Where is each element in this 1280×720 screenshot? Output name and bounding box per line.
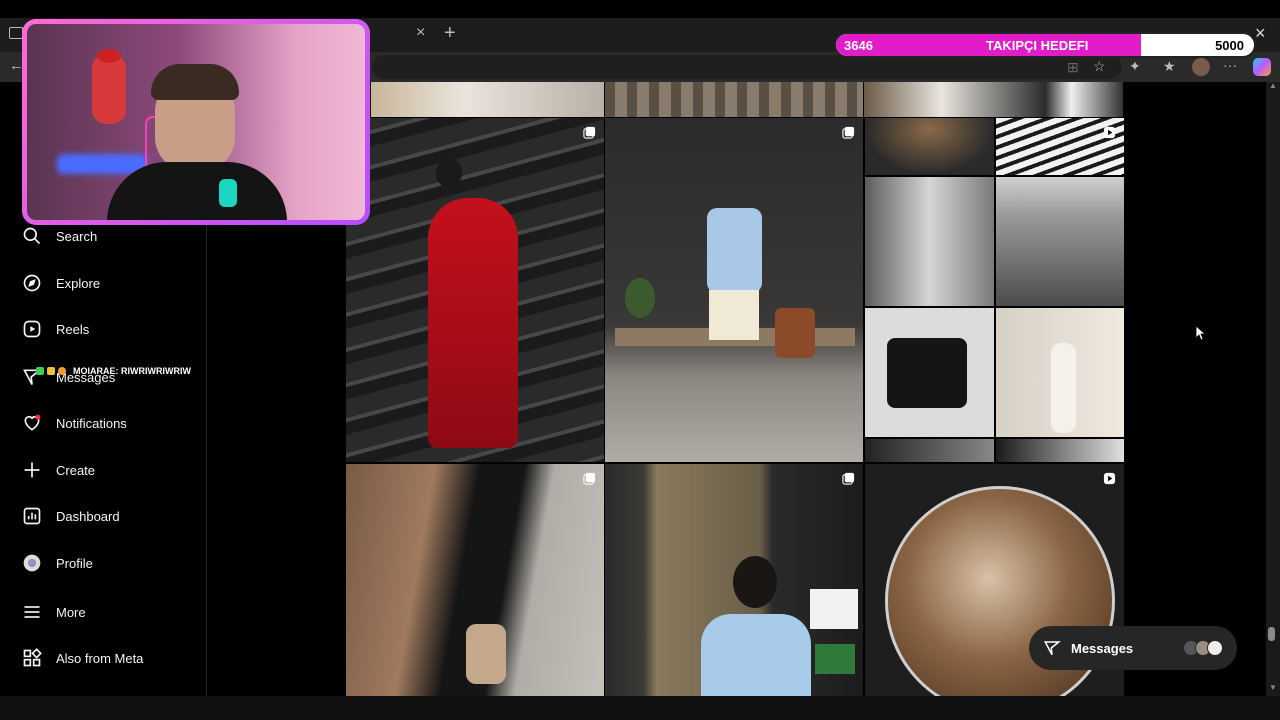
apps-grid-icon[interactable]: ⊞ [1067,60,1079,74]
post-thumbnail[interactable] [605,118,863,462]
sidebar-item-label: Create [56,462,96,478]
sidebar-item-search[interactable]: Search [22,223,97,249]
more-menu-icon[interactable]: ··· [1223,58,1237,72]
sidebar-item-also-from-meta[interactable]: Also from Meta [22,645,143,671]
sidebar-item-dashboard[interactable]: Dashboard [22,503,120,529]
close-tab-icon[interactable]: × [416,25,425,41]
meta-apps-icon [23,648,42,667]
follower-goal-current: 3646 [844,38,873,53]
chat-message-text: MOIARAE: RIWRIWRIWRIW [73,366,191,376]
carousel-icon [842,472,855,485]
post-thumbnail[interactable] [996,118,1124,175]
post-thumbnail[interactable] [996,308,1124,437]
sidebar-item-label: Also from Meta [56,650,144,666]
post-thumbnail[interactable] [865,308,994,437]
chat-badge-icon [36,367,44,375]
sidebar-item-profile[interactable]: Profile [22,550,93,576]
search-icon [23,227,41,245]
avatar [1207,640,1223,656]
mouse-cursor-icon [1196,326,1206,341]
extensions-icon[interactable]: ✦ [1129,59,1141,73]
sidebar-item-label: Search [56,228,98,244]
scroll-up-arrow-icon[interactable]: ▲ [1269,82,1277,90]
conversation-avatars [1183,640,1223,656]
copilot-icon[interactable] [1253,58,1271,76]
favorites-icon[interactable]: ★ [1163,59,1176,73]
post-thumbnail[interactable] [865,118,994,175]
post-thumbnail[interactable] [346,118,604,462]
follower-goal-target: 5000 [1215,38,1244,53]
stream-chat-line: MOIARAE: RIWRIWRIWRIW [36,365,191,377]
crown-badge-icon [47,367,55,375]
new-tab-icon[interactable]: + [444,23,456,43]
hamburger-icon [24,606,40,618]
sidebar-item-create[interactable]: Create [22,457,95,483]
sidebar-item-notifications[interactable]: Notifications [22,410,127,436]
follower-goal-label: TAKIPÇI HEDEFI [986,38,1089,53]
favorite-star-icon[interactable]: ☆ [1093,59,1106,73]
plus-icon [24,462,40,478]
avatar [23,554,41,572]
horizontal-scrollbar [0,696,1280,720]
carousel-icon [583,472,596,485]
post-thumbnail[interactable] [865,439,994,462]
dashboard-icon [23,507,41,525]
sidebar-item-label: Reels [56,321,90,337]
sidebar-item-label: More [56,604,86,620]
emoji-badge-icon [58,367,66,375]
browser-profile-avatar[interactable] [1192,58,1210,76]
sidebar-item-more[interactable]: More [22,599,86,625]
post-thumbnail[interactable] [996,439,1124,462]
sidebar-item-label: Profile [56,555,93,571]
post-thumbnail[interactable] [346,464,604,696]
messenger-icon [1044,641,1061,656]
sidebar-item-label: Notifications [56,415,127,431]
carousel-icon [842,126,855,139]
address-bar[interactable] [372,55,1122,79]
window-close-icon[interactable]: × [1255,24,1266,42]
compass-icon [23,274,41,292]
sidebar-item-label: Dashboard [56,508,120,524]
vertical-scrollbar[interactable]: ▲ ▼ [1266,82,1280,696]
reel-icon [1103,472,1116,485]
post-thumbnail[interactable] [605,464,863,696]
scrollbar-thumb[interactable] [1268,627,1275,641]
webcam-overlay [22,19,370,225]
sidebar-item-explore[interactable]: Explore [22,270,100,296]
sidebar-toggle-icon[interactable] [9,27,23,39]
heart-icon [24,414,41,431]
post-thumbnail[interactable] [865,177,994,306]
post-thumbnail[interactable] [371,82,604,117]
scroll-down-arrow-icon[interactable]: ▼ [1269,684,1277,692]
messages-floating-button[interactable]: Messages [1029,626,1237,670]
post-thumbnail[interactable] [864,82,1123,117]
post-thumbnail[interactable] [996,177,1124,306]
post-thumbnail[interactable] [605,82,863,117]
sidebar-item-reels[interactable]: Reels [22,316,89,342]
webcam-feed [27,24,365,220]
messages-pill-label: Messages [1071,640,1134,656]
reel-icon [1103,126,1116,139]
carousel-icon [583,126,596,139]
follower-goal-bar: 3646 TAKIPÇI HEDEFI 5000 [834,32,1256,58]
reels-icon [23,320,41,338]
sidebar-item-label: Explore [56,275,101,291]
